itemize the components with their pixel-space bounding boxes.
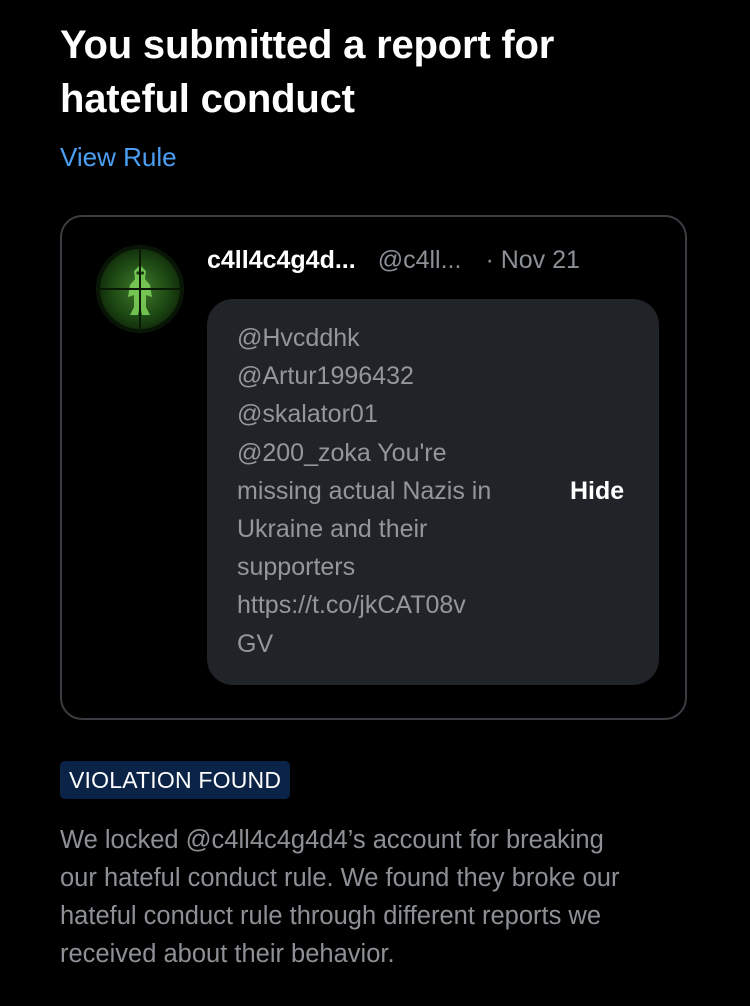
tweet-text-line: supporters <box>237 553 356 582</box>
sniper-scope-avatar-icon <box>96 245 184 333</box>
hide-button[interactable]: Hide <box>570 477 624 506</box>
avatar[interactable] <box>96 245 184 333</box>
tweet-text-line: @200_zoka You're <box>237 438 447 467</box>
author-handle[interactable]: @c4ll... <box>378 246 462 275</box>
tweet-text-line: https://t.co/jkCAT08v <box>237 591 466 620</box>
tweet-date[interactable]: · Nov 21 <box>485 246 579 275</box>
tweet-text-line: missing actual Nazis in <box>237 476 492 505</box>
tweet-text: @Hvcddhk @Artur1996432 @skalator01 @200_… <box>237 319 537 663</box>
tweet-meta: c4ll4c4g4d... @c4ll... · Nov 21 <box>207 245 580 275</box>
violation-found-badge: VIOLATION FOUND <box>60 761 291 799</box>
result-description: We locked @c4ll4c4g4d4’s account for bre… <box>60 821 710 973</box>
description-line: our hateful conduct rule. We found they … <box>60 864 620 892</box>
reported-tweet-card: c4ll4c4g4d... @c4ll... · Nov 21 @Hvcddhk… <box>60 215 687 720</box>
author-display-name[interactable]: c4ll4c4g4d... <box>207 246 356 275</box>
tweet-text-line: Ukraine and their <box>237 515 428 544</box>
tweet-text-line: @Hvcddhk <box>237 324 360 352</box>
view-rule-link[interactable]: View Rule <box>60 142 177 173</box>
tweet-text-line: @Artur1996432 <box>237 362 414 391</box>
description-line: hateful conduct rule through different r… <box>60 902 602 930</box>
tweet-text-line: @skalator01 <box>237 400 378 429</box>
report-title-line-2: hateful conduct <box>60 77 355 121</box>
report-title-line-1: You submitted a report for <box>60 23 555 67</box>
report-title: You submitted a report for hateful condu… <box>60 18 700 126</box>
description-line: We locked @c4ll4c4g4d4’s account for bre… <box>60 826 604 854</box>
description-line: received about their behavior. <box>60 940 395 968</box>
tweet-text-line: GV <box>237 629 274 658</box>
hidden-tweet-box: @Hvcddhk @Artur1996432 @skalator01 @200_… <box>207 299 659 685</box>
